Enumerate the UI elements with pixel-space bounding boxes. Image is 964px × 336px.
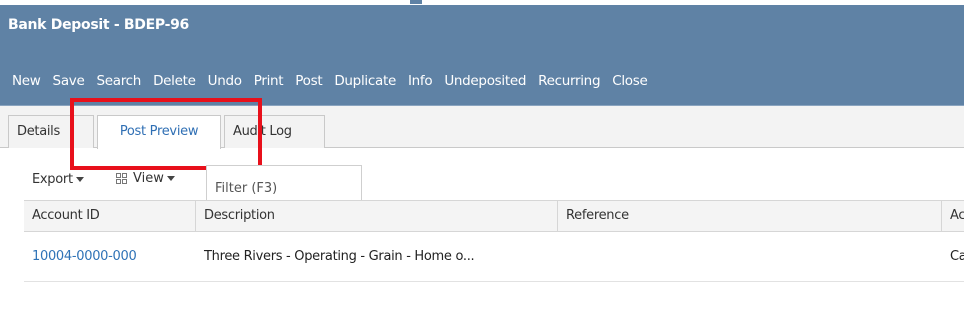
- chevron-down-icon: [75, 177, 84, 182]
- window-title: Bank Deposit - BDEP-96: [8, 17, 189, 33]
- export-menu-button[interactable]: Export: [32, 172, 84, 187]
- close-button[interactable]: Close: [612, 73, 648, 89]
- column-header-reference[interactable]: Reference: [558, 201, 942, 231]
- strip-marker: [410, 0, 422, 4]
- column-header-description[interactable]: Description: [196, 201, 558, 231]
- delete-button[interactable]: Delete: [153, 73, 196, 89]
- post-button[interactable]: Post: [295, 73, 322, 89]
- print-button[interactable]: Print: [254, 73, 284, 89]
- tab-bar: Details Post Preview Audit Log: [0, 106, 964, 149]
- top-strip: [0, 0, 964, 5]
- view-menu-button[interactable]: View: [116, 171, 175, 186]
- save-button[interactable]: Save: [53, 73, 85, 89]
- filter-input[interactable]: [206, 165, 362, 200]
- column-header-account-id[interactable]: Account ID: [24, 201, 196, 231]
- account-id-link[interactable]: 10004-0000-000: [24, 232, 196, 282]
- view-label: View: [133, 171, 164, 186]
- table-row[interactable]: 10004-0000-000 Three Rivers - Operating …: [24, 232, 964, 282]
- window-titlebar: Bank Deposit - BDEP-96: [0, 0, 964, 56]
- reference-cell: [558, 232, 942, 282]
- tab-post-preview[interactable]: Post Preview: [97, 115, 221, 149]
- column-header-account[interactable]: Acco: [942, 201, 964, 231]
- new-button[interactable]: New: [12, 73, 41, 89]
- undo-button[interactable]: Undo: [208, 73, 242, 89]
- recurring-button[interactable]: Recurring: [538, 73, 600, 89]
- grid-toolbar: Export View: [0, 160, 964, 200]
- main-toolbar: New Save Search Delete Undo Print Post D…: [0, 56, 964, 106]
- undeposited-button[interactable]: Undeposited: [444, 73, 526, 89]
- account-cell: Cash: [950, 249, 964, 264]
- tab-audit-log[interactable]: Audit Log: [224, 115, 325, 148]
- description-cell: Three Rivers - Operating - Grain - Home …: [204, 249, 475, 264]
- duplicate-button[interactable]: Duplicate: [334, 73, 396, 89]
- tab-details[interactable]: Details: [8, 115, 94, 148]
- search-button[interactable]: Search: [96, 73, 141, 89]
- grid-header: Account ID Description Reference Acco: [24, 200, 964, 232]
- chevron-down-icon: [166, 176, 175, 181]
- export-label: Export: [32, 172, 73, 187]
- grid-view-icon: [116, 172, 128, 185]
- info-button[interactable]: Info: [408, 73, 433, 89]
